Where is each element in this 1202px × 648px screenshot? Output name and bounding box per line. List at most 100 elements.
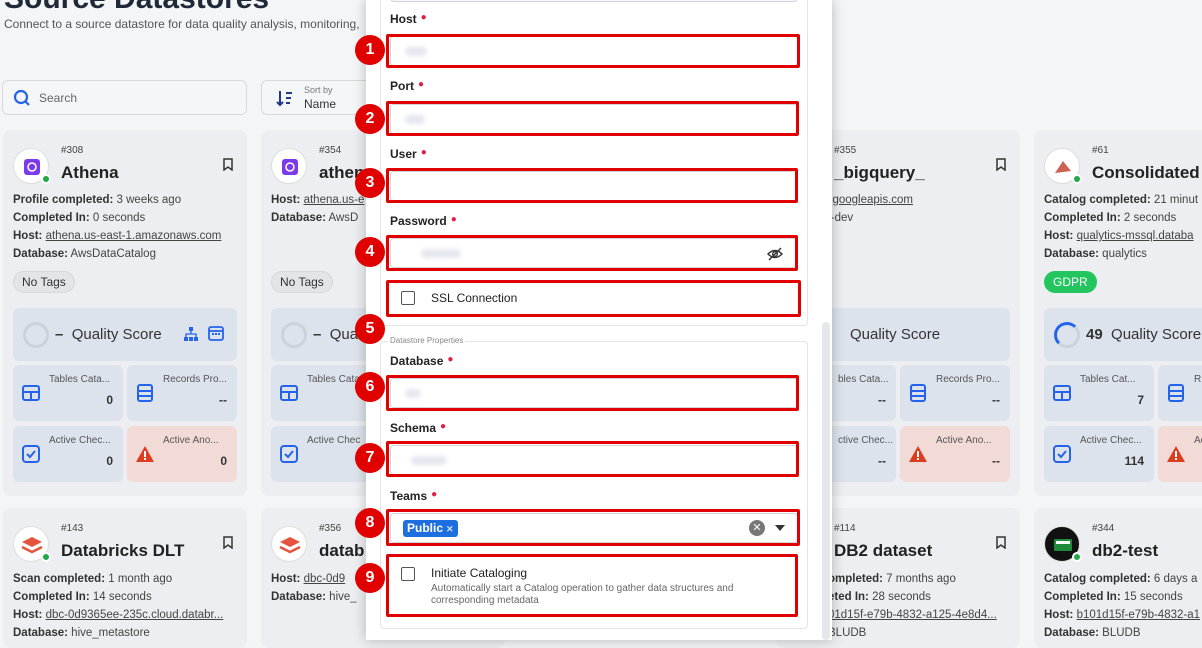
datastore-name: _bigquery_ (834, 163, 925, 182)
tile-value: 0 (106, 454, 113, 468)
properties-legend: Datastore Properties (388, 336, 466, 345)
host-link[interactable]: athena.us-east-1.amazonaws.com (46, 230, 222, 242)
schema-label: Schema (390, 421, 437, 435)
search-input[interactable]: Search (2, 80, 247, 115)
step-marker-2: 2 (355, 104, 385, 134)
tile-value: -- (219, 393, 227, 407)
quality-score-label: Quality Score (1111, 326, 1202, 343)
quality-score-value: – (55, 326, 64, 343)
card-line-value: 15 seconds (1123, 591, 1183, 603)
card-line-value: 28 seconds (872, 591, 931, 603)
datastore-card-databricks-dlt[interactable]: #143 Databricks DLT Scan completed: 1 mo… (3, 508, 247, 648)
card-line-value: hive_metastore (71, 627, 150, 639)
status-dot (1072, 174, 1082, 184)
highlight-host (386, 34, 800, 68)
tile-value: -- (992, 454, 1000, 468)
warning-icon (909, 446, 927, 462)
card-line-key: Catalog completed: (1044, 194, 1151, 206)
page-title: Source Datastores (4, 0, 269, 16)
search-icon (13, 89, 30, 106)
bookmark-icon[interactable] (223, 536, 233, 549)
tables-cataloged-tile: Tables Cata... 0 (13, 365, 123, 421)
card-line-key: Database: (1044, 627, 1099, 639)
tile-label: Records Pro... (163, 374, 227, 385)
active-checks-tile: Active Chec... 114 (1044, 426, 1154, 482)
tile-value: 0 (106, 393, 113, 407)
check-icon (22, 445, 40, 463)
active-anomalies-tile: Active Ano... 0 (127, 426, 237, 482)
table-icon (22, 385, 40, 401)
quality-score-label: Quality Score (850, 326, 941, 343)
datastore-card-athena[interactable]: #308 Athena Profile completed: 3 weeks a… (3, 130, 247, 496)
card-line-key: Database: (271, 591, 326, 603)
bookmark-icon[interactable] (996, 536, 1006, 549)
host-link[interactable]: dbc-0d9365ee-235c.cloud.databr... (46, 609, 224, 621)
records-profiled-tile: Records Pro... -- (127, 365, 237, 421)
datastore-card-db2-test[interactable]: #344 db2-test Catalog completed: 6 days … (1034, 508, 1202, 648)
step-marker-6: 6 (355, 372, 385, 402)
sort-icon (276, 91, 292, 107)
datastore-name: Consolidated (1092, 163, 1200, 182)
records-icon (1168, 384, 1184, 402)
quality-score-panel: 49 Quality Score (1044, 308, 1202, 361)
database-label: Database (390, 354, 444, 368)
datastore-id: #344 (1092, 523, 1115, 534)
host-link[interactable]: qualytics-mssql.databa (1077, 230, 1194, 242)
card-line-value: 14 seconds (92, 591, 152, 603)
records-icon (137, 384, 153, 402)
step-marker-7: 7 (355, 443, 385, 473)
tile-label: R (1194, 374, 1202, 385)
status-dot (1072, 552, 1082, 562)
tile-label: Active Chec... (49, 435, 111, 446)
bookmark-icon[interactable] (223, 158, 233, 171)
card-line-key: Host: (1044, 609, 1074, 621)
search-placeholder: Search (39, 91, 78, 105)
card-line-value: AwsD (328, 212, 359, 224)
step-marker-4: 4 (355, 237, 385, 267)
tag-badge: No Tags (13, 271, 75, 293)
hierarchy-icon[interactable] (183, 326, 199, 342)
datastore-id: #114 (834, 523, 856, 534)
datastore-name: Athena (61, 163, 119, 182)
step-marker-8: 8 (355, 508, 385, 538)
card-line-value: 7 months ago (886, 573, 956, 585)
card-line-value: AwsDataCatalog (70, 248, 156, 260)
teams-label: Teams (390, 489, 428, 503)
check-icon (280, 445, 298, 463)
host-link[interactable]: b101d15f-e79b-4832-a1 (1077, 609, 1200, 621)
highlight-schema (386, 441, 799, 477)
quality-ring (23, 322, 49, 348)
bookmark-icon[interactable] (996, 158, 1006, 171)
quality-score-value: 49 (1086, 326, 1103, 343)
step-marker-5: 5 (355, 314, 385, 344)
warning-icon (136, 446, 154, 462)
calendar-icon[interactable] (207, 324, 225, 342)
sort-dropdown[interactable]: Sort by Name (261, 80, 371, 115)
tile-label: Tables Cata (307, 374, 360, 385)
card-line-key: ompleted: (828, 573, 883, 585)
host-link[interactable]: athena.us-e (304, 194, 365, 206)
table-icon (1053, 385, 1071, 401)
datastore-name: datab (319, 541, 365, 560)
tile-label: Ac (1194, 435, 1202, 446)
card-line-value: hive_ (329, 591, 357, 603)
card-line-value: qualytics (1102, 248, 1147, 260)
datastore-id: #354 (319, 145, 342, 156)
step-marker-3: 3 (355, 168, 385, 198)
card-line-key: Host: (13, 609, 43, 621)
datastore-card-consolidated[interactable]: #61 Consolidated Catalog completed: 21 m… (1034, 130, 1202, 496)
host-link[interactable]: dbc-0d9 (304, 573, 346, 585)
highlight-port (386, 101, 799, 136)
card-line-key: Host: (271, 573, 301, 585)
records-profiled-tile: R (1158, 365, 1202, 421)
card-line-key: Scan completed: (13, 573, 106, 585)
card-line-key: Host: (13, 230, 43, 242)
host-link[interactable]: 01d15f-e79b-4832-a125-4e8d4... (828, 609, 997, 621)
active-anomalies-tile: Active Ano... -- (900, 426, 1010, 482)
tile-label: Tables Cata... (49, 374, 111, 385)
modal-scrollbar[interactable] (822, 322, 830, 640)
datastore-id: #355 (834, 145, 857, 156)
tile-value: -- (878, 393, 886, 407)
previous-field-input[interactable] (390, 0, 798, 2)
tile-label: Active Ano... (163, 435, 219, 446)
